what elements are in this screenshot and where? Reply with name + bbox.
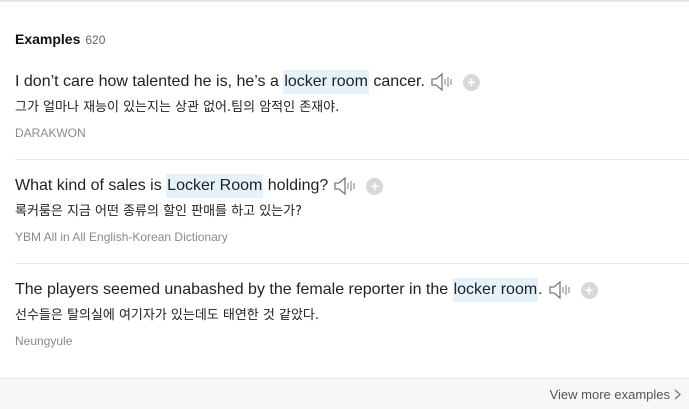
view-more-examples-link[interactable]: View more examples xyxy=(550,387,681,402)
example-translation: 그가 얼마나 재능이 있는지는 상관 없어.팀의 암적인 존재야. xyxy=(15,100,340,115)
example-item: The players seemed unabashed by the fema… xyxy=(15,278,689,349)
example-source: DARAKWON xyxy=(15,126,86,140)
top-divider xyxy=(0,0,689,2)
example-divider xyxy=(15,159,689,160)
highlighted-term: locker room xyxy=(452,278,539,302)
add-to-wordbook-icon[interactable]: + xyxy=(462,73,480,91)
sentence-text: What kind of sales is xyxy=(15,177,167,194)
sentence-text: The players seemed unabashed by the fema… xyxy=(15,281,453,298)
speaker-icon[interactable] xyxy=(548,280,572,300)
example-sentence: What kind of sales is Locker Room holdin… xyxy=(15,174,689,198)
speaker-icon[interactable] xyxy=(333,176,357,196)
highlighted-term: Locker Room xyxy=(166,174,264,198)
add-to-wordbook-icon[interactable]: + xyxy=(580,281,598,299)
speaker-icon[interactable] xyxy=(430,72,454,92)
chevron-right-icon xyxy=(674,389,681,400)
example-sentence: The players seemed unabashed by the fema… xyxy=(15,278,689,302)
add-to-wordbook-icon[interactable]: + xyxy=(366,177,384,195)
highlighted-term: locker room xyxy=(283,70,369,94)
sentence-text: I don’t care how talented he is, he’s a xyxy=(15,73,284,90)
sentence-text: cancer. xyxy=(368,73,425,90)
sentence-text: . xyxy=(538,281,543,298)
example-item: I don’t care how talented he is, he’s a … xyxy=(15,70,689,141)
examples-count: 620 xyxy=(85,33,106,47)
example-source: Neungyule xyxy=(15,334,73,348)
examples-header: Examples 620 xyxy=(15,31,105,47)
example-divider xyxy=(15,263,689,264)
example-sentence: I don’t care how talented he is, he’s a … xyxy=(15,70,689,94)
example-item: What kind of sales is Locker Room holdin… xyxy=(15,174,689,245)
examples-title: Examples xyxy=(15,31,81,47)
sentence-text: holding? xyxy=(263,177,329,194)
example-source: YBM All in All English-Korean Dictionary xyxy=(15,230,228,244)
example-translation: 선수들은 탈의실에 여기자가 있는데도 태연한 것 같았다. xyxy=(15,308,320,323)
view-more-label: View more examples xyxy=(549,387,670,402)
example-translation: 록커룸은 지금 어떤 종류의 할인 판매를 하고 있는가? xyxy=(15,204,302,219)
examples-footer: View more examples xyxy=(0,379,689,409)
